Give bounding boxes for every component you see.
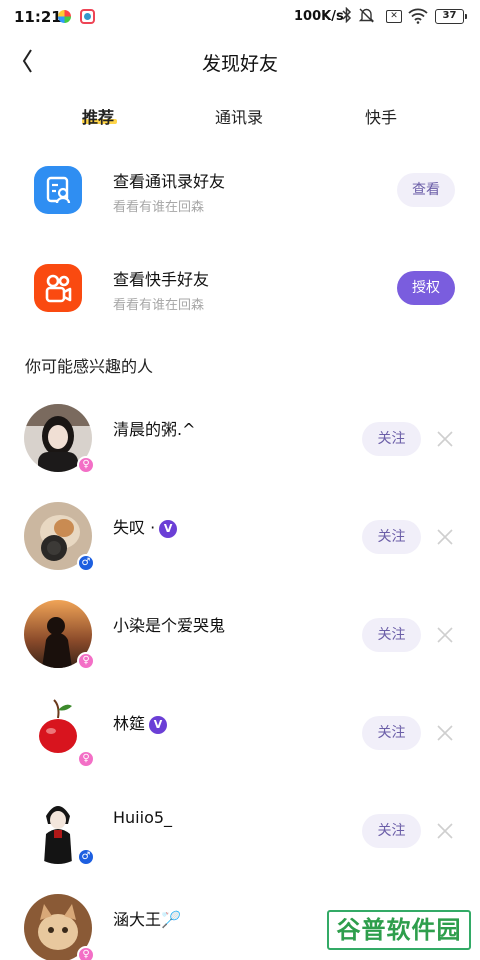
user-name-text: Huiio5_ [113, 808, 173, 827]
suggestion-row[interactable]: ♂ 失叹 · V 关注 [0, 502, 480, 582]
follow-button[interactable]: 关注 [362, 520, 421, 554]
follow-button[interactable]: 关注 [362, 716, 421, 750]
female-icon: ♀ [77, 652, 95, 670]
female-icon: ♀ [77, 456, 95, 474]
authorize-button[interactable]: 授权 [397, 271, 455, 305]
find-contacts-subtitle: 看看有谁在回森 [113, 200, 205, 215]
suggestion-row[interactable]: ♀ 清晨的粥.^ 关注 [0, 404, 480, 484]
close-icon [437, 823, 453, 839]
section-heading: 你可能感兴趣的人 [25, 357, 154, 376]
female-icon: ♀ [77, 750, 95, 768]
status-bar: 11:21 100K/s ✕ 37 [0, 0, 480, 34]
user-name: 涵大王🏸 [113, 906, 181, 930]
follow-button[interactable]: 关注 [362, 814, 421, 848]
user-name: 小染是个爱哭鬼 [113, 612, 225, 636]
suggestion-row[interactable]: ♀ 小染是个爱哭鬼 关注 [0, 600, 480, 680]
app-notification-icon-2 [80, 9, 95, 24]
page-title: 发现好友 [201, 53, 278, 75]
view-contacts-button[interactable]: 查看 [397, 173, 455, 207]
app-notification-icon [58, 10, 71, 23]
male-icon: ♂ [77, 554, 95, 572]
user-name: 失叹 · V [113, 514, 178, 538]
user-name: Huiio5_ [113, 808, 172, 827]
user-name: 清晨的粥.^ [113, 416, 196, 440]
find-kuaishou-subtitle: 看看有谁在回森 [113, 298, 205, 313]
user-name-text: 清晨的粥.^ [113, 420, 196, 439]
close-icon [437, 627, 453, 643]
dismiss-button[interactable] [436, 724, 454, 742]
user-name: 林筵 V [113, 710, 168, 734]
bluetooth-icon [341, 6, 352, 28]
dismiss-button[interactable] [436, 430, 454, 448]
user-name-text: 失叹 · [113, 518, 156, 537]
male-icon: ♂ [77, 848, 95, 866]
mute-bell-icon [358, 7, 375, 29]
close-icon [437, 431, 453, 447]
battery-indicator: 37 [435, 9, 467, 24]
user-name-text: 林筵 [113, 714, 146, 733]
find-kuaishou-row[interactable]: 查看快手好友 看看有谁在回森 授权 [0, 264, 480, 336]
verified-icon: V [159, 520, 178, 538]
wifi-icon [408, 7, 428, 28]
tab-kuaishou[interactable]: 快手 [365, 104, 397, 128]
close-icon [437, 725, 453, 741]
follow-button[interactable]: 关注 [362, 618, 421, 652]
close-icon [437, 529, 453, 545]
female-icon: ♀ [77, 946, 95, 960]
tab-recommended[interactable]: 推荐 [82, 104, 114, 128]
verified-icon: V [149, 716, 168, 734]
dismiss-button[interactable] [436, 822, 454, 840]
dismiss-button[interactable] [436, 528, 454, 546]
suggestion-row[interactable]: ♀ 林筵 V 关注 [0, 698, 480, 778]
find-contacts-title: 查看通讯录好友 [113, 172, 226, 191]
user-name-text: 小染是个爱哭鬼 [113, 616, 226, 635]
contacts-icon [34, 166, 82, 214]
suggestion-row[interactable]: ♂ Huiio5_ 关注 [0, 796, 480, 876]
kuaishou-icon [34, 264, 82, 312]
user-name-text: 涵大王🏸 [113, 910, 181, 929]
find-kuaishou-title: 查看快手好友 [113, 270, 210, 289]
network-speed: 100K/s [294, 9, 344, 24]
no-sim-icon: ✕ [386, 10, 402, 23]
status-time: 11:21 [14, 8, 62, 26]
find-contacts-row[interactable]: 查看通讯录好友 看看有谁在回森 查看 [0, 166, 480, 238]
watermark-logo: 谷普软件园 [327, 910, 471, 950]
dismiss-button[interactable] [436, 626, 454, 644]
follow-button[interactable]: 关注 [362, 422, 421, 456]
tab-contacts[interactable]: 通讯录 [215, 104, 263, 128]
